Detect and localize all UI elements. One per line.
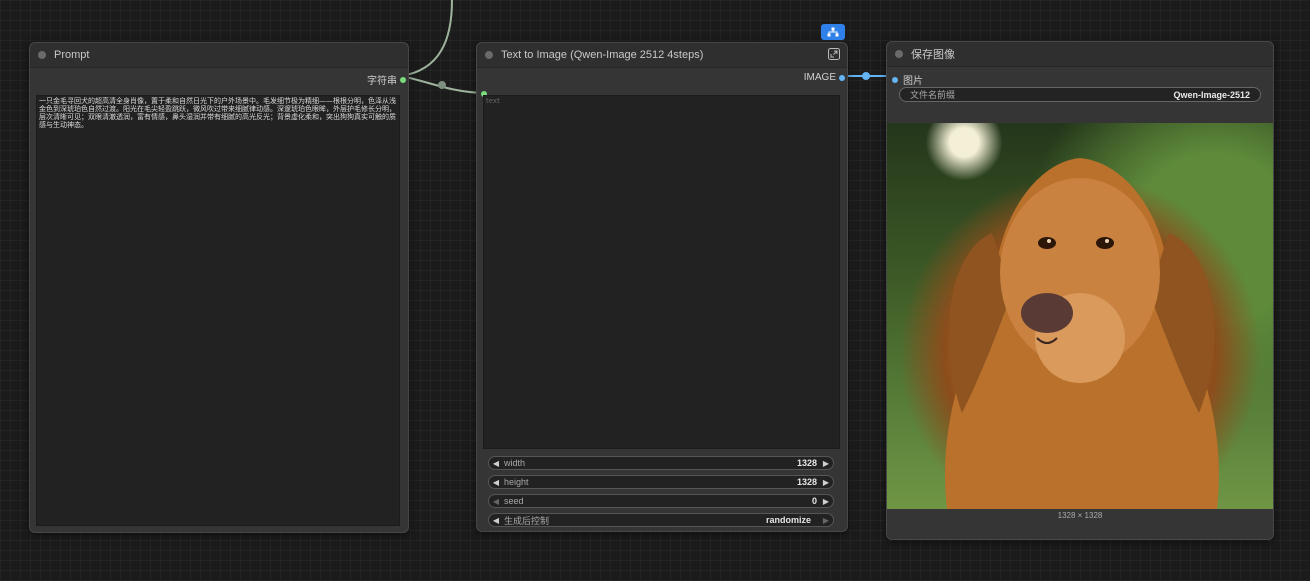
prompt-node[interactable]: Prompt 字符串 一只金毛寻回犬的超高清全身肖像，置于柔和自然日光下的户外场… [29,42,409,533]
text-placeholder: text [486,97,500,105]
collapse-dot[interactable] [38,51,46,59]
seed-widget[interactable]: ◀ seed 0 ▶ [488,494,834,508]
wire-midpoint [438,81,446,89]
output-label: 字符串 [367,76,397,87]
node-title: 保存图像 [911,49,955,61]
widget-label: seed [504,496,524,506]
input-slot-image[interactable]: 图片 [892,72,923,87]
image-slot-dot[interactable] [839,74,845,81]
decrement-arrow-icon[interactable]: ◀ [489,478,503,487]
string-slot-dot[interactable] [400,76,406,83]
save-node-header[interactable]: 保存图像 [887,42,1273,67]
height-widget[interactable]: ◀ height 1328 ▶ [488,475,834,489]
decrement-arrow-icon[interactable]: ◀ [489,516,503,525]
width-widget[interactable]: ◀ width 1328 ▶ [488,456,834,470]
widget-value: randomize [765,515,811,525]
increment-arrow-icon[interactable]: ▶ [819,516,833,525]
collapse-dot[interactable] [895,50,903,58]
image-slot-dot[interactable] [892,76,898,83]
widget-label: 生成后控制 [504,515,550,526]
filename-prefix-field[interactable]: 文件名前缀 Qwen-Image-2512 [899,87,1261,102]
increment-arrow-icon[interactable]: ▶ [819,459,833,468]
widget-value: 0 [811,496,817,506]
subgraph-icon[interactable] [821,24,845,40]
wire-image-midpoint [862,72,870,80]
control-after-generate-widget[interactable]: ◀ 生成后控制 randomize ▶ [488,513,834,527]
image-preview[interactable] [887,123,1273,509]
output-label: IMAGE [803,72,836,83]
decrement-arrow-icon[interactable]: ◀ [489,459,503,468]
increment-arrow-icon[interactable]: ▶ [819,478,833,487]
widget-value: 1328 [796,458,817,468]
image-size-label: 1328 × 1328 [1057,511,1103,520]
widget-value: 1328 [796,477,817,487]
text-input-area[interactable]: text [483,95,840,449]
dog-illustration [945,158,1219,509]
text-to-image-node[interactable]: Text to Image (Qwen-Image 2512 4steps) I… [476,42,848,532]
widget-label: 文件名前缀 [910,90,956,100]
expand-icon[interactable] [828,48,840,60]
decrement-arrow-icon[interactable]: ◀ [489,497,503,506]
increment-arrow-icon[interactable]: ▶ [819,497,833,506]
save-image-node[interactable]: 保存图像 图片 文件名前缀 Qwen-Image-2512 1328 × 132… [886,41,1274,540]
widget-label: width [504,458,526,468]
prompt-textarea[interactable]: 一只金毛寻回犬的超高清全身肖像，置于柔和自然日光下的户外场景中。毛发细节极为精细… [36,95,400,526]
collapse-dot[interactable] [485,51,493,59]
widget-value: Qwen-Image-2512 [1173,89,1250,100]
wire-string [400,75,484,94]
prompt-node-header[interactable]: Prompt [30,43,408,68]
node-title: Prompt [54,49,90,61]
node-title: Text to Image (Qwen-Image 2512 4steps) [501,49,704,61]
output-slot-string[interactable]: 字符串 [367,72,406,87]
widget-label: height [504,477,529,487]
input-label: 图片 [903,76,923,87]
output-slot-image[interactable]: IMAGE [804,72,845,83]
t2i-node-header[interactable]: Text to Image (Qwen-Image 2512 4steps) [477,43,847,68]
